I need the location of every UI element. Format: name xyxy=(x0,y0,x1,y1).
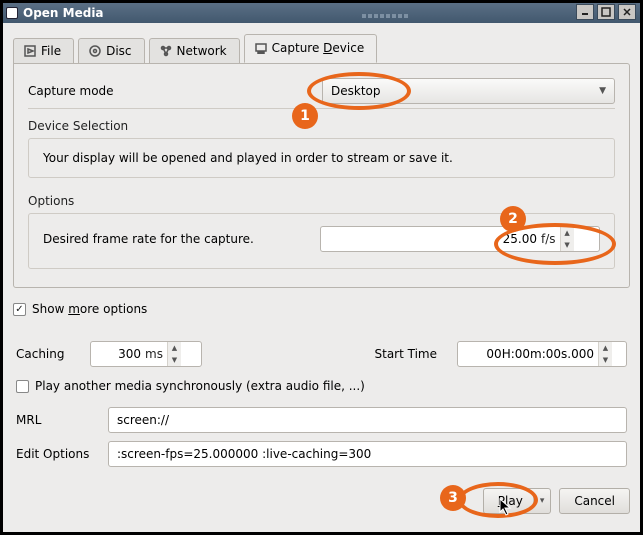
tab-file[interactable]: File xyxy=(13,38,74,65)
edit-options-input[interactable]: :screen-fps=25.000000 :live-caching=300 xyxy=(108,441,627,467)
play-sync-checkbox[interactable] xyxy=(16,380,29,393)
maximize-button[interactable] xyxy=(597,4,615,20)
frame-rate-label: Desired frame rate for the capture. xyxy=(43,232,306,246)
options-box: Desired frame rate for the capture. f/s … xyxy=(28,213,615,269)
show-more-label: Show more options xyxy=(32,302,147,316)
chevron-down-icon: ▼ xyxy=(599,86,606,96)
caching-label: Caching xyxy=(16,347,80,361)
play-button[interactable]: Play ▾ xyxy=(483,488,552,514)
capture-icon xyxy=(255,42,267,54)
tab-network-label: Network xyxy=(177,44,227,58)
frame-rate-spinner[interactable]: ▲▼ xyxy=(560,227,574,251)
capture-mode-select[interactable]: Desktop ▼ xyxy=(322,78,615,104)
play-button-label: Play xyxy=(498,494,523,508)
window-title: Open Media xyxy=(21,6,104,20)
tab-capture-label: Capture Device xyxy=(272,41,365,55)
capture-mode-label: Capture mode xyxy=(28,84,298,98)
start-time-label: Start Time xyxy=(375,347,438,361)
device-selection-message: Your display will be opened and played i… xyxy=(43,151,453,165)
close-button[interactable] xyxy=(618,4,636,20)
disc-icon xyxy=(89,45,101,57)
minimize-button[interactable] xyxy=(576,4,594,20)
app-icon xyxy=(6,7,18,19)
start-time-spinner[interactable]: ▲▼ xyxy=(598,342,612,366)
edit-options-value: :screen-fps=25.000000 :live-caching=300 xyxy=(117,447,371,461)
capture-panel: Capture mode Desktop ▼ Device Selection … xyxy=(13,63,630,288)
mrl-value: screen:// xyxy=(117,413,169,427)
cancel-button-label: Cancel xyxy=(574,494,615,508)
network-icon xyxy=(160,45,172,57)
caching-input[interactable]: ms ▲▼ xyxy=(90,341,202,367)
edit-options-label: Edit Options xyxy=(16,447,98,461)
cancel-button[interactable]: Cancel xyxy=(559,488,630,514)
capture-mode-value: Desktop xyxy=(331,84,381,98)
start-time-input[interactable]: ▲▼ xyxy=(457,341,627,367)
tab-capture-device[interactable]: Capture Device xyxy=(244,34,378,63)
file-icon xyxy=(24,45,36,57)
play-dropdown-icon[interactable]: ▾ xyxy=(533,496,545,506)
device-selection-heading: Device Selection xyxy=(28,113,615,136)
frame-rate-input[interactable]: f/s ▲▼ xyxy=(320,226,600,252)
frame-rate-value[interactable] xyxy=(321,228,541,250)
tab-bar: File Disc Network Capture Device xyxy=(13,33,630,63)
tab-disc[interactable]: Disc xyxy=(78,38,144,65)
device-selection-box: Your display will be opened and played i… xyxy=(28,138,615,178)
show-more-checkbox[interactable] xyxy=(13,303,26,316)
mrl-label: MRL xyxy=(16,413,98,427)
options-heading: Options xyxy=(28,188,615,211)
frame-rate-suffix: f/s xyxy=(541,232,560,246)
tab-disc-label: Disc xyxy=(106,44,131,58)
mrl-input[interactable]: screen:// xyxy=(108,407,627,433)
caching-spinner[interactable]: ▲▼ xyxy=(167,342,181,366)
play-sync-label: Play another media synchronously (extra … xyxy=(35,379,365,393)
caching-suffix: ms xyxy=(145,347,167,361)
tab-file-label: File xyxy=(41,44,61,58)
tab-network[interactable]: Network xyxy=(149,38,240,65)
start-time-value[interactable] xyxy=(458,343,598,365)
window-titlebar: Open Media xyxy=(3,3,640,23)
caching-value[interactable] xyxy=(91,343,145,365)
